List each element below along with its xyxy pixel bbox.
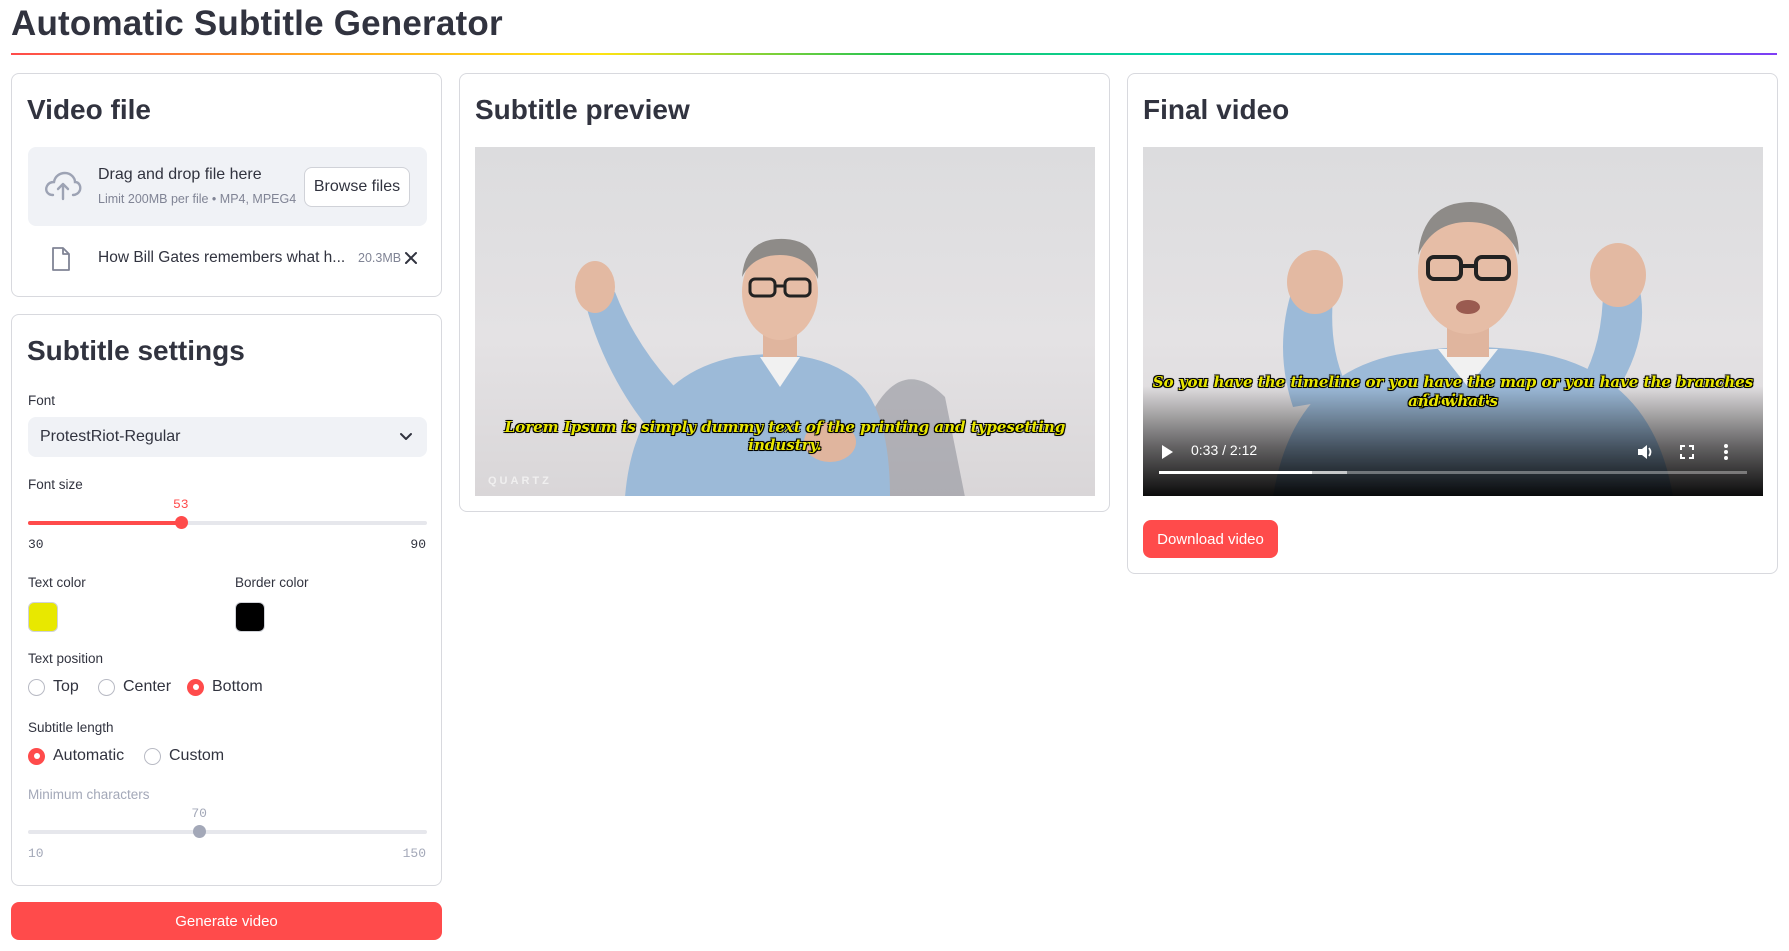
font-select-value: ProtestRiot-Regular — [40, 428, 181, 445]
font-size-min: 30 — [28, 537, 44, 552]
radio-dot — [144, 747, 161, 765]
font-size-label: Font size — [28, 477, 83, 492]
dropzone-limits: Limit 200MB per file • MP4, MPEG4 — [98, 192, 297, 206]
radio-label: Automatic — [53, 747, 125, 764]
file-dropzone[interactable]: Drag and drop file here Limit 200MB per … — [28, 147, 427, 226]
min-chars-value: 70 — [191, 806, 207, 821]
progress-played — [1159, 471, 1312, 474]
font-size-value: 53 — [173, 497, 189, 512]
preview-watermark: QUARTZ — [488, 475, 552, 487]
radio-dot — [98, 678, 115, 696]
cloud-upload-icon — [45, 171, 82, 201]
browse-files-button[interactable]: Browse files — [304, 167, 410, 207]
final-subtitle-line2: and what's — [1408, 392, 1498, 410]
font-size-slider-thumb[interactable] — [174, 516, 188, 529]
text-color-label: Text color — [28, 575, 86, 590]
font-size-max: 90 — [410, 537, 426, 552]
radio-dot — [28, 678, 45, 696]
radio-dot-selected — [28, 747, 45, 765]
final-video-card: Final video So you have the timeline or … — [1127, 73, 1778, 574]
subtitle-preview-title: Subtitle preview — [475, 94, 690, 125]
title-divider — [11, 53, 1777, 55]
subtitle-settings-title: Subtitle settings — [27, 335, 245, 366]
min-chars-slider — [28, 825, 427, 838]
final-video-player[interactable]: So you have the timeline or you have the… — [1143, 147, 1763, 496]
radio-position-bottom[interactable]: Bottom — [187, 678, 263, 696]
fullscreen-icon[interactable] — [1679, 444, 1695, 460]
radio-label: Center — [123, 678, 172, 695]
font-size-slider-fill — [28, 521, 181, 525]
video-file-card: Video file Drag and drop file here Limit… — [11, 73, 442, 297]
generate-video-button[interactable]: Generate video — [11, 902, 442, 940]
radio-dot-selected — [187, 678, 204, 696]
app-title: Automatic Subtitle Generator — [11, 4, 503, 43]
file-icon — [52, 247, 70, 271]
dropzone-instruction: Drag and drop file here — [98, 166, 262, 183]
download-video-button[interactable]: Download video — [1143, 520, 1278, 558]
playback-time: 0:33 / 2:12 — [1191, 442, 1258, 458]
uploaded-file-row: How Bill Gates remembers what h... 20.3M… — [28, 238, 427, 278]
play-icon[interactable] — [1160, 444, 1174, 460]
uploaded-file-name: How Bill Gates remembers what h... — [98, 249, 346, 266]
uploaded-file-size: 20.3MB — [358, 251, 402, 265]
subtitle-length-label: Subtitle length — [28, 720, 114, 735]
min-chars-max: 150 — [402, 846, 426, 861]
radio-label: Top — [53, 678, 79, 695]
min-chars-min: 10 — [28, 846, 44, 861]
radio-length-custom[interactable]: Custom — [144, 747, 224, 765]
chevron-down-icon — [400, 433, 412, 440]
subtitle-settings-card: Subtitle settings Font ProtestRiot-Regul… — [11, 314, 442, 886]
video-file-title: Video file — [27, 94, 151, 125]
preview-image: Lorem Ipsum is simply dummy text of the … — [475, 147, 1095, 496]
final-video-title: Final video — [1143, 94, 1290, 125]
border-color-label: Border color — [235, 575, 309, 590]
close-icon[interactable] — [403, 250, 419, 266]
preview-subtitle: Lorem Ipsum is simply dummy text of the … — [504, 418, 1066, 454]
border-color-picker[interactable] — [235, 602, 265, 632]
font-size-slider[interactable] — [28, 516, 427, 529]
progress-buffered — [1311, 471, 1348, 474]
radio-position-top[interactable]: Top — [28, 678, 79, 696]
min-chars-label: Minimum characters — [28, 787, 150, 802]
min-chars-slider-thumb — [193, 825, 207, 838]
playback-progress-bar[interactable] — [1159, 471, 1747, 474]
subtitle-preview-card: Subtitle preview Lorem Ipsum is simply d… — [459, 73, 1110, 512]
font-select[interactable]: ProtestRiot-Regular — [28, 417, 427, 457]
radio-position-center[interactable]: Center — [98, 678, 171, 696]
text-position-label: Text position — [28, 651, 104, 666]
radio-label: Custom — [169, 747, 225, 764]
volume-icon[interactable] — [1636, 443, 1654, 461]
radio-length-automatic[interactable]: Automatic — [28, 747, 124, 765]
more-options-icon[interactable] — [1723, 443, 1729, 461]
font-label: Font — [28, 393, 56, 408]
text-color-picker[interactable] — [28, 602, 58, 632]
radio-label: Bottom — [212, 678, 263, 695]
